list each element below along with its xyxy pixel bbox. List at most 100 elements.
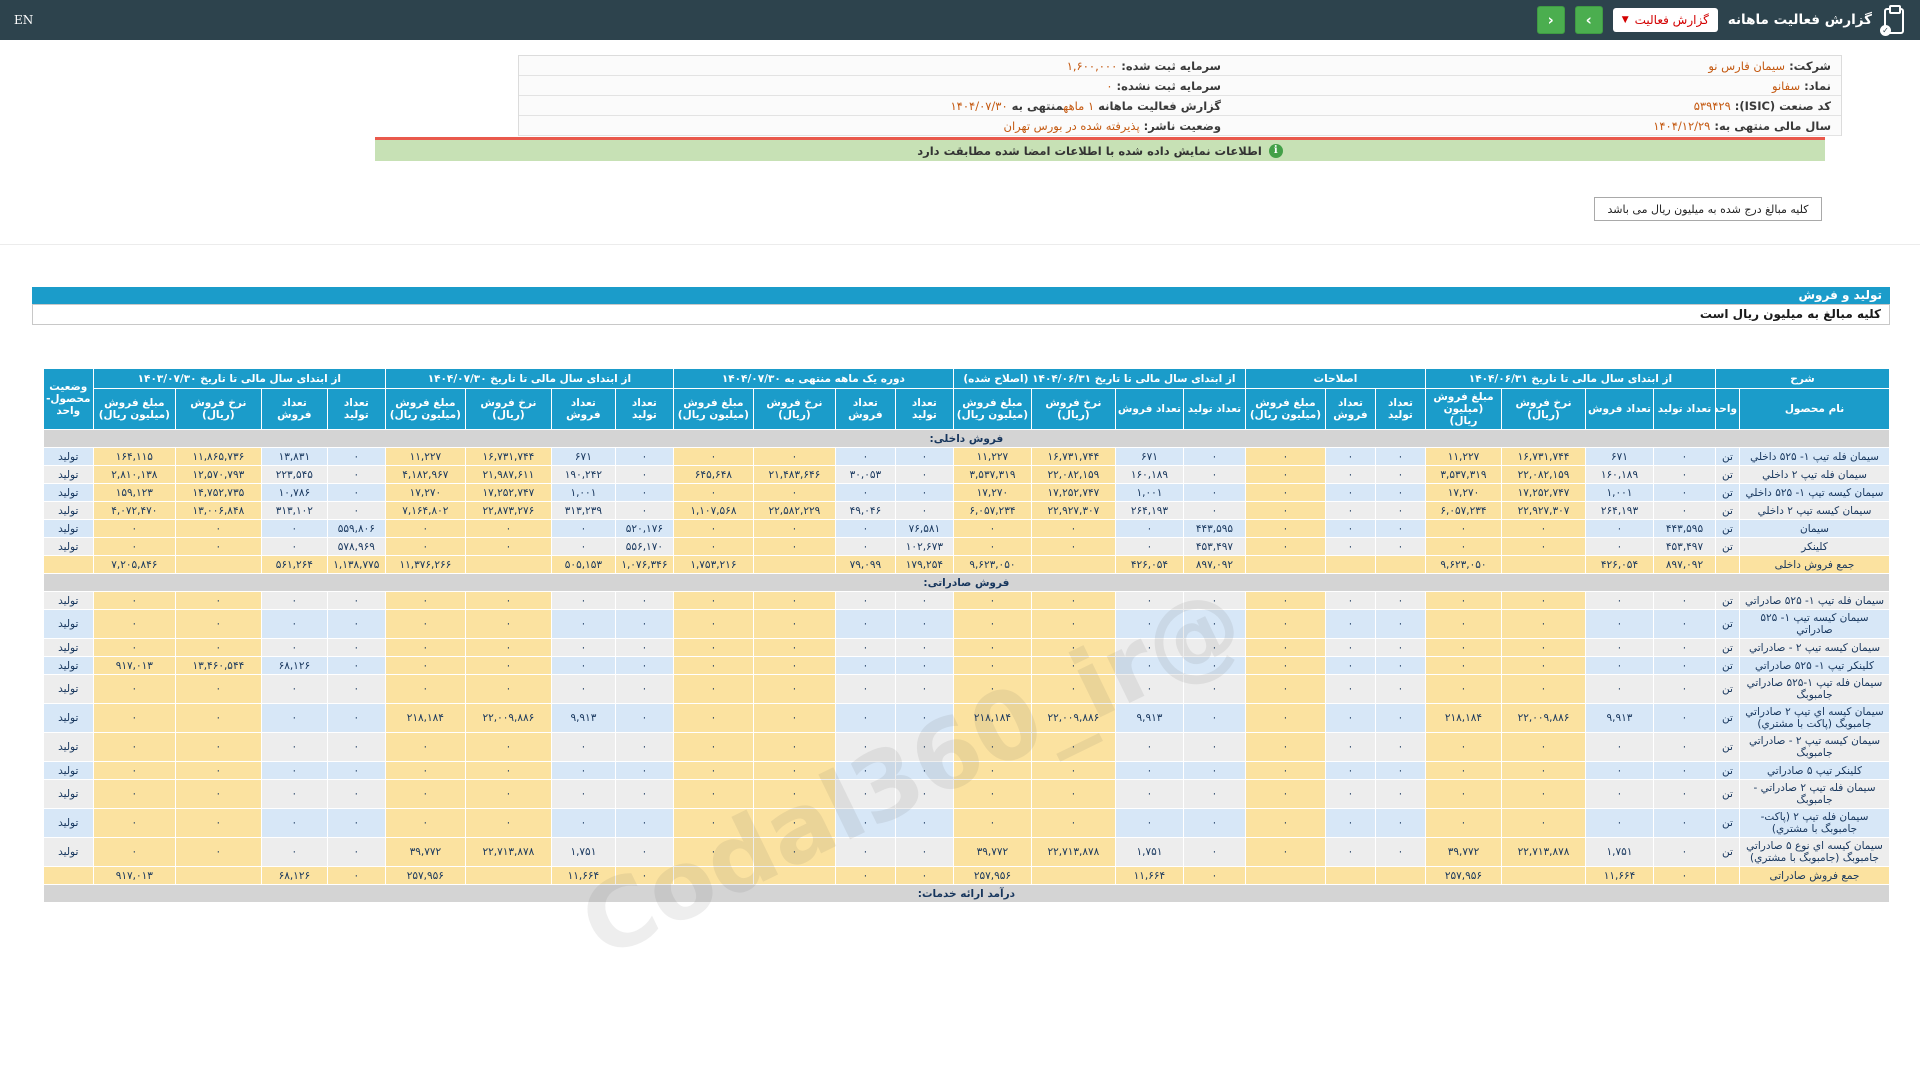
value-cell: ۹,۹۱۳: [550, 703, 616, 733]
value-cell: ۰: [1424, 591, 1503, 610]
value-cell: ۳۱۳,۲۳۹: [550, 501, 616, 520]
value-cell: ۰: [92, 638, 176, 657]
value-cell: ۰: [384, 656, 466, 675]
value-cell: ۷۶,۵۸۱: [894, 519, 954, 538]
value-cell: ۰: [1114, 779, 1184, 809]
value-cell: ۰: [260, 674, 328, 704]
next-report-button[interactable]: ›: [1574, 6, 1603, 34]
value-cell: ۰: [834, 483, 896, 502]
unit-cell: تن: [1715, 591, 1740, 610]
value-cell: ۰: [550, 808, 616, 838]
signature-match-notice: i اطلاعات نمایش داده شده با اطلاعات امضا…: [375, 137, 1825, 161]
status-cell: تولید: [42, 837, 94, 867]
table-row: سیمان کیسه تیپ ۲ داخلي تن ۰ ۲۶۴,۱۹۳ ۲۲,۹۲۷,۳…: [42, 501, 1890, 520]
value-cell: ۹,۶۲۳,۰۵۰: [1424, 555, 1503, 574]
value-cell: ۰: [550, 519, 616, 538]
value-cell: ۰: [1182, 703, 1246, 733]
value-cell: ۰: [614, 732, 674, 762]
value-cell: ۰: [464, 591, 552, 610]
value-cell: ۰: [614, 638, 674, 657]
value-cell: ۱۷۹,۲۵۴: [894, 555, 954, 574]
value-cell: ۰: [614, 501, 674, 520]
info-row: سال مالی منتهی به: ۱۴۰۴/۱۲/۲۹ وضعیت ناشر:…: [519, 116, 1841, 136]
value-cell: [1324, 866, 1376, 885]
value-cell: ۰: [1501, 609, 1586, 639]
value-cell: ۰: [752, 537, 836, 556]
unit-cell: تن: [1715, 609, 1740, 639]
value-cell: ۰: [1653, 674, 1716, 704]
value-cell: ۰: [1114, 638, 1184, 657]
value-cell: ۰: [1244, 501, 1326, 520]
value-cell: ۰: [1030, 808, 1116, 838]
value-cell: ۲۲,۰۰۹,۸۸۶: [464, 703, 552, 733]
value-cell: ۰: [1501, 656, 1586, 675]
value-cell: ۰: [834, 537, 896, 556]
unit-cell: [1715, 555, 1740, 574]
value-cell: ۹,۹۱۳: [1585, 703, 1654, 733]
section-label: درآمد ارائه خدمات:: [42, 884, 1891, 903]
table-row: سیمان کیسه تیپ ۱- ۵۲۵ داخلي تن ۰ ۱,۰۰۱ ۱۷,۲۵…: [42, 483, 1890, 502]
value-cell: ۰: [326, 837, 386, 867]
value-cell: ۸۹۷,۰۹۲: [1182, 555, 1246, 574]
value-cell: ۰: [384, 808, 466, 838]
value-cell: ۴۵۳,۴۹۷: [1653, 537, 1716, 556]
value-cell: ۲۱۸,۱۸۴: [384, 703, 466, 733]
value-cell: ۰: [1653, 638, 1716, 657]
value-cell: ۰: [1424, 808, 1503, 838]
unit-cell: تن: [1715, 674, 1740, 704]
value-cell: ۰: [550, 537, 616, 556]
prev-report-button[interactable]: ‹: [1536, 6, 1565, 34]
unit-cell: تن: [1715, 519, 1740, 538]
table-row: جمع فروش صادراتی ۰ ۱۱,۶۶۴ ۲۵۷,۹۵۶ ۰ ۱۱,۶۶۴ ۲۵۷…: [42, 866, 1890, 885]
value-cell: ۳۹,۷۷۲: [1424, 837, 1503, 867]
product-name-cell: سیمان کیسه تیپ ۲ داخلي: [1739, 501, 1890, 520]
value-cell: ۷,۱۶۴,۸۰۲: [384, 501, 466, 520]
product-name-cell: کلینکر تیپ ۵ صادراتي: [1739, 761, 1890, 780]
navbar-right-cluster: ✓ گزارش فعالیت ماهانه گزارش فعالیت ▼ › ‹: [1536, 5, 1906, 36]
value-cell: ۰: [1244, 779, 1326, 809]
value-cell: ۰: [894, 465, 954, 484]
value-cell: ۰: [894, 447, 954, 466]
value-cell: ۰: [752, 779, 836, 809]
report-type-dropdown[interactable]: گزارش فعالیت ▼: [1612, 8, 1718, 32]
section-row: فروش صادراتی:: [42, 573, 1891, 592]
table-row: سیمان کیسه اي نوع ۵ صادراتي جامبوبگ (جام…: [42, 837, 1890, 867]
value-cell: ۰: [384, 519, 466, 538]
value-cell: ۰: [672, 837, 754, 867]
value-cell: ۰: [834, 732, 896, 762]
value-cell: ۰: [1114, 674, 1184, 704]
value-cell: ۰: [260, 537, 328, 556]
value-cell: ۰: [326, 465, 386, 484]
value-cell: ۶,۰۵۷,۲۳۴: [952, 501, 1032, 520]
value-cell: ۰: [1585, 591, 1654, 610]
value-cell: ۰: [174, 808, 262, 838]
info-label: کد صنعت (ISIC):: [1730, 98, 1831, 113]
column-header: نام محصول: [1739, 388, 1890, 430]
value-cell: ۲۶۴,۱۹۳: [1585, 501, 1654, 520]
value-cell: ۰: [752, 674, 836, 704]
info-icon: i: [1268, 143, 1283, 158]
info-cell-left: وضعیت ناشر: پذیرفته شده در بورس تهران: [519, 119, 1231, 133]
value-cell: ۱۱,۲۲۷: [952, 447, 1032, 466]
product-name-cell: سیمان کیسه اي نوع ۵ صادراتي جامبوبگ (جام…: [1739, 837, 1890, 867]
value-cell: ۴۴۳,۵۹۵: [1182, 519, 1246, 538]
value-cell: ۰: [1585, 779, 1654, 809]
value-cell: ۰: [260, 519, 328, 538]
language-switch-en[interactable]: EN: [14, 13, 33, 27]
value-cell: ۱۱,۶۶۴: [1114, 866, 1184, 885]
info-value: ۱ ماهه: [1063, 98, 1095, 113]
value-cell: ۰: [834, 519, 896, 538]
value-cell: ۰: [834, 779, 896, 809]
product-name-cell: سیمان فله تیپ ۱- ۵۲۵ داخلي: [1739, 447, 1890, 466]
value-cell: ۰: [1182, 837, 1246, 867]
value-cell: ۰: [1324, 519, 1376, 538]
value-cell: ۲۵۷,۹۵۶: [1424, 866, 1503, 885]
value-cell: ۰: [834, 591, 896, 610]
value-cell: ۰: [1030, 519, 1116, 538]
table-container: شرح از ابتدای سال مالی تا تاریخ ۱۴۰۴/۰۶/۳…: [42, 368, 1891, 903]
value-cell: ۰: [834, 656, 896, 675]
value-cell: ۰: [834, 703, 896, 733]
value-cell: ۰: [894, 866, 954, 885]
table-row: سیمان کیسه تیپ ۲ - صادراتي تن ۰ ۰ ۰ ۰ ۰ ۰ ۰ ۰ ۰ ۰ ۰ ۰…: [42, 638, 1890, 657]
value-cell: ۰: [752, 483, 836, 502]
